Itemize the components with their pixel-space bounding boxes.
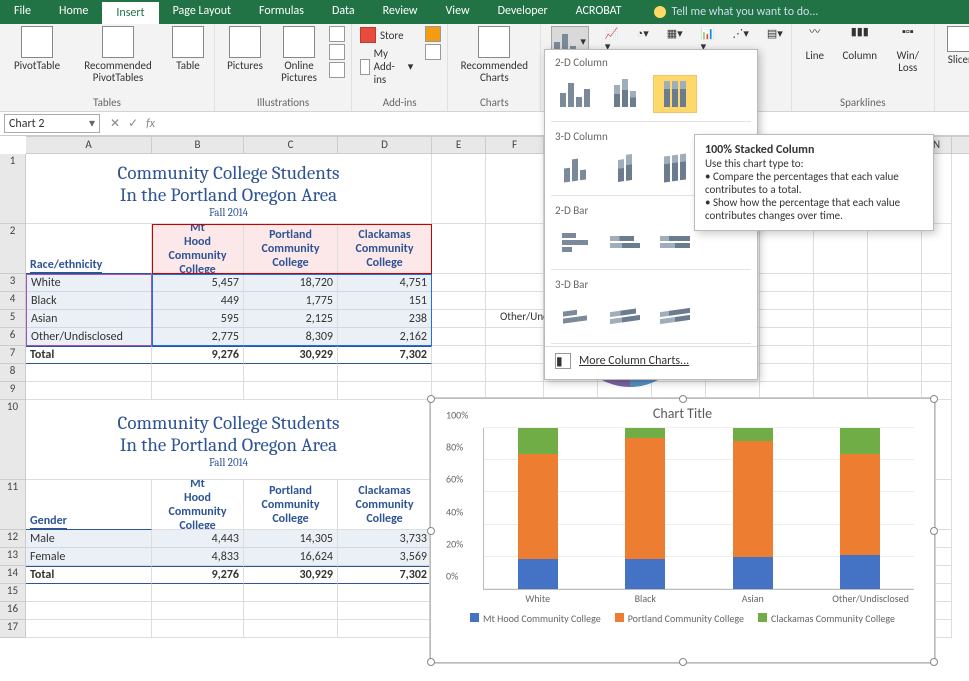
tab-view[interactable]: View — [432, 0, 484, 24]
shapes-stack — [329, 26, 345, 78]
tell-me-search[interactable]: Tell me what you want to do... — [636, 0, 819, 24]
pictures-icon — [229, 26, 261, 58]
tab-insert[interactable]: Insert — [102, 0, 158, 24]
group-sparklines: 〰Line ▮▮▮Column ▪▫▪Win/ Loss Sparklines — [792, 24, 935, 111]
3d-stacked-column-option[interactable] — [603, 149, 647, 187]
3d-clustered-column-option[interactable] — [553, 149, 597, 187]
resize-handle-e[interactable] — [930, 527, 938, 535]
tab-acrobat[interactable]: ACROBAT — [562, 0, 636, 24]
resize-handle-w[interactable] — [427, 527, 435, 535]
smartart-icon[interactable] — [329, 44, 345, 60]
group-addins: Store My Add-ins ▾ Add-ins — [352, 24, 448, 111]
enter-icon[interactable]: ✓ — [128, 116, 138, 131]
sparkline-winloss-icon: ▪▫▪ — [895, 26, 921, 48]
tab-home[interactable]: Home — [45, 0, 102, 24]
sparkline-winloss-button[interactable]: ▪▫▪Win/ Loss — [888, 26, 928, 73]
group-label-illustrations: Illustrations — [221, 94, 345, 111]
name-box[interactable]: Chart 2▾ — [4, 114, 100, 133]
recommended-pivottables-button[interactable]: Recommended PivotTables — [74, 26, 162, 83]
my-addins-button[interactable]: My Add-ins ▾ — [358, 46, 415, 87]
pivottable-button[interactable]: PivotTable — [6, 26, 68, 72]
sparkline-line-icon: 〰 — [802, 26, 828, 48]
store-button[interactable]: Store — [358, 26, 406, 44]
tooltip-title: 100% Stacked Column — [705, 143, 814, 157]
stacked-bar-option[interactable] — [603, 223, 647, 261]
tab-file[interactable]: File — [0, 0, 45, 24]
group-illustrations: Pictures Online Pictures Illustrations — [215, 24, 352, 111]
tab-pagelayout[interactable]: Page Layout — [159, 0, 245, 24]
pictures-button[interactable]: Pictures — [221, 26, 269, 72]
embedded-chart[interactable]: Chart Title 0%20%40%60%80%100%WhiteBlack… — [430, 398, 935, 663]
100-stacked-bar-option[interactable] — [653, 223, 697, 261]
screenshot-icon[interactable] — [329, 62, 345, 78]
3d-100-stacked-column-option[interactable] — [653, 149, 697, 187]
row-headers[interactable]: 1234567891011121314151617 — [0, 154, 26, 638]
3d-clustered-bar-option[interactable] — [553, 297, 597, 335]
treemap-dropdown[interactable]: ▦▾ — [665, 26, 685, 41]
group-charts: Recommended Charts Charts — [448, 24, 541, 111]
my-addins-icon — [360, 59, 370, 75]
resize-handle-ne[interactable] — [930, 395, 938, 403]
ribbon-tabs: File Home Insert Page Layout Formulas Da… — [0, 0, 969, 24]
cancel-icon[interactable]: ✕ — [110, 116, 120, 131]
sparkline-line-button[interactable]: 〰Line — [798, 26, 832, 62]
more-charts-icon: ▮ — [555, 353, 571, 369]
shapes-icon[interactable] — [329, 26, 345, 42]
group-label-filters: Filters — [941, 94, 969, 111]
online-pictures-icon — [283, 26, 315, 58]
tab-data[interactable]: Data — [318, 0, 369, 24]
stacked-column-option[interactable] — [603, 75, 647, 113]
slicer-icon — [947, 26, 969, 52]
3d-100-stacked-bar-option[interactable] — [653, 297, 697, 335]
bing-maps-icon[interactable] — [425, 26, 441, 42]
resize-handle-n[interactable] — [679, 395, 687, 403]
store-icon — [360, 27, 376, 43]
3d-stacked-bar-option[interactable] — [603, 297, 647, 335]
tab-developer[interactable]: Developer — [484, 0, 562, 24]
sparkline-column-button[interactable]: ▮▮▮Column — [838, 26, 882, 62]
pie-chart-dropdown[interactable]: ◔▾ — [635, 26, 651, 41]
scatter-chart-dropdown[interactable]: ⋰▾ — [730, 26, 751, 41]
recommended-charts-icon — [478, 26, 510, 58]
tab-formulas[interactable]: Formulas — [245, 0, 318, 24]
online-pictures-button[interactable]: Online Pictures — [275, 26, 323, 83]
100-stacked-column-option[interactable] — [653, 75, 697, 113]
people-graph-icon[interactable] — [425, 44, 441, 60]
group-label-tables: Tables — [6, 94, 208, 111]
table-button[interactable]: Table — [168, 26, 208, 72]
resize-handle-se[interactable] — [930, 658, 938, 666]
chart-plot-area[interactable]: 0%20%40%60%80%100%WhiteBlackAsianOther/U… — [483, 428, 914, 590]
resize-handle-sw[interactable] — [427, 658, 435, 666]
resize-handle-s[interactable] — [679, 658, 687, 666]
group-label-charts: Charts — [454, 94, 534, 111]
section-2d-column: 2-D Column — [545, 50, 757, 73]
more-column-charts[interactable]: ▮More Column Charts... — [545, 346, 757, 375]
resize-handle-nw[interactable] — [427, 395, 435, 403]
slicer-button[interactable]: Slicer — [941, 26, 969, 66]
waterfall-dropdown[interactable]: ▤▾ — [765, 26, 785, 41]
group-label-sparklines: Sparklines — [798, 94, 928, 111]
pivottable-icon — [21, 26, 53, 58]
clustered-column-option[interactable] — [553, 75, 597, 113]
formula-bar: Chart 2▾ ✕ ✓ fx — [0, 112, 969, 136]
recommended-charts-button[interactable]: Recommended Charts — [454, 26, 534, 83]
clustered-bar-option[interactable] — [553, 223, 597, 261]
fx-icon[interactable]: fx — [146, 117, 155, 131]
section-3d-bar: 3-D Bar — [545, 272, 757, 295]
table-icon — [172, 26, 204, 58]
chart-option-tooltip: 100% Stacked Column Use this chart type … — [694, 134, 934, 231]
group-tables: PivotTable Recommended PivotTables Table… — [0, 24, 215, 111]
bulb-icon — [654, 6, 666, 18]
group-filters: Slicer Timeline Filters — [935, 24, 969, 111]
ribbon: PivotTable Recommended PivotTables Table… — [0, 24, 969, 112]
tab-review[interactable]: Review — [369, 0, 432, 24]
group-label-addins: Add-ins — [358, 94, 441, 111]
recommended-pivottables-icon — [102, 26, 134, 58]
sparkline-column-icon: ▮▮▮ — [847, 26, 873, 48]
